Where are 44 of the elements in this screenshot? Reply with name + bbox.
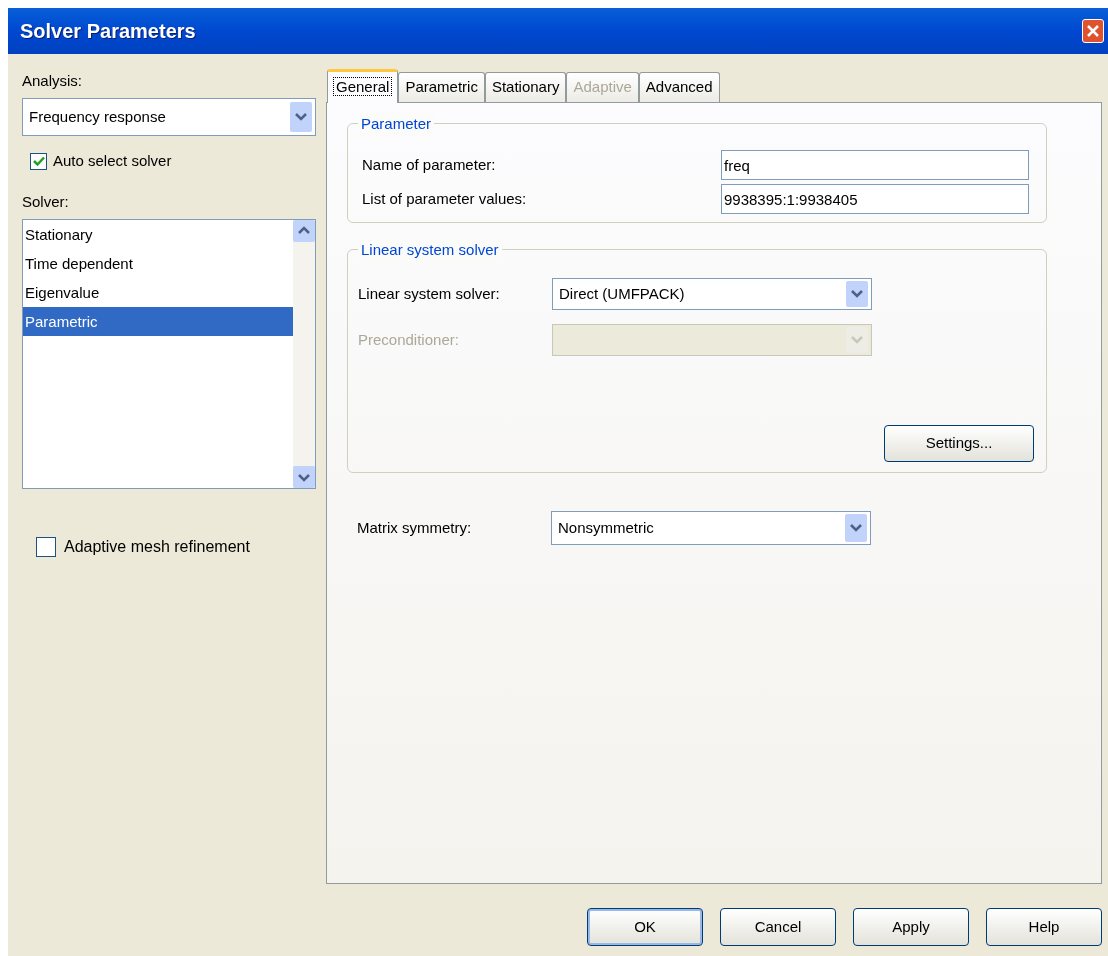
matrix-symmetry-label: Matrix symmetry: — [357, 517, 473, 538]
dialog-button[interactable]: Help — [986, 908, 1102, 946]
matrix-symmetry-dropdown[interactable]: Nonsymmetric — [551, 511, 871, 545]
list-item[interactable]: Time dependent — [23, 248, 293, 278]
dialog-button[interactable]: Apply — [853, 908, 969, 946]
dialog-button[interactable]: OK — [587, 908, 703, 946]
list-item[interactable]: Eigenvalue — [23, 277, 293, 307]
tab[interactable]: Parametric — [398, 72, 485, 102]
analysis-dropdown[interactable]: Frequency response — [22, 98, 316, 136]
dropdown-value: Nonsymmetric — [558, 517, 655, 538]
dropdown-value: Direct (UMFPACK) — [559, 283, 686, 304]
scrollbar[interactable] — [293, 219, 315, 488]
checkmark-icon — [32, 155, 45, 167]
field-label: Linear system solver: — [358, 283, 501, 304]
group-title: Parameter — [358, 113, 435, 136]
field-label: Preconditioner: — [358, 329, 460, 350]
input-field[interactable]: freq — [721, 150, 1029, 180]
scroll-up-icon[interactable] — [293, 219, 315, 242]
dropdown[interactable]: Direct (UMFPACK) — [552, 278, 872, 310]
close-icon — [1087, 25, 1099, 37]
checkbox-label: Auto select solver — [53, 151, 172, 171]
solver-label: Solver: — [22, 191, 70, 212]
scroll-down-icon[interactable] — [293, 465, 315, 488]
chevron-down-icon — [845, 514, 867, 542]
list-item[interactable]: Stationary — [23, 219, 293, 249]
tab[interactable]: Stationary — [484, 72, 567, 102]
dropdown-value: Frequency response — [29, 106, 167, 127]
tab[interactable]: General — [327, 69, 399, 103]
chevron-down-icon — [290, 102, 312, 132]
field-label: Name of parameter: — [362, 154, 497, 175]
list-item[interactable]: Parametric — [23, 306, 293, 336]
input-field[interactable]: 9938395:1:9938405 — [721, 184, 1029, 214]
window-title: Solver Parameters — [20, 19, 196, 44]
close-button[interactable] — [1082, 19, 1104, 43]
chevron-down-icon — [846, 327, 868, 353]
checkbox[interactable] — [36, 536, 56, 557]
settings-button[interactable]: Settings... — [884, 425, 1034, 462]
analysis-label: Analysis: — [22, 71, 84, 91]
chevron-down-icon — [846, 281, 868, 307]
checkbox-label: Adaptive mesh refinement — [64, 536, 250, 557]
tab[interactable]: Advanced — [638, 72, 720, 102]
dialog-button[interactable]: Cancel — [720, 908, 836, 946]
checkbox[interactable] — [30, 152, 47, 170]
field-label: List of parameter values: — [362, 188, 528, 209]
